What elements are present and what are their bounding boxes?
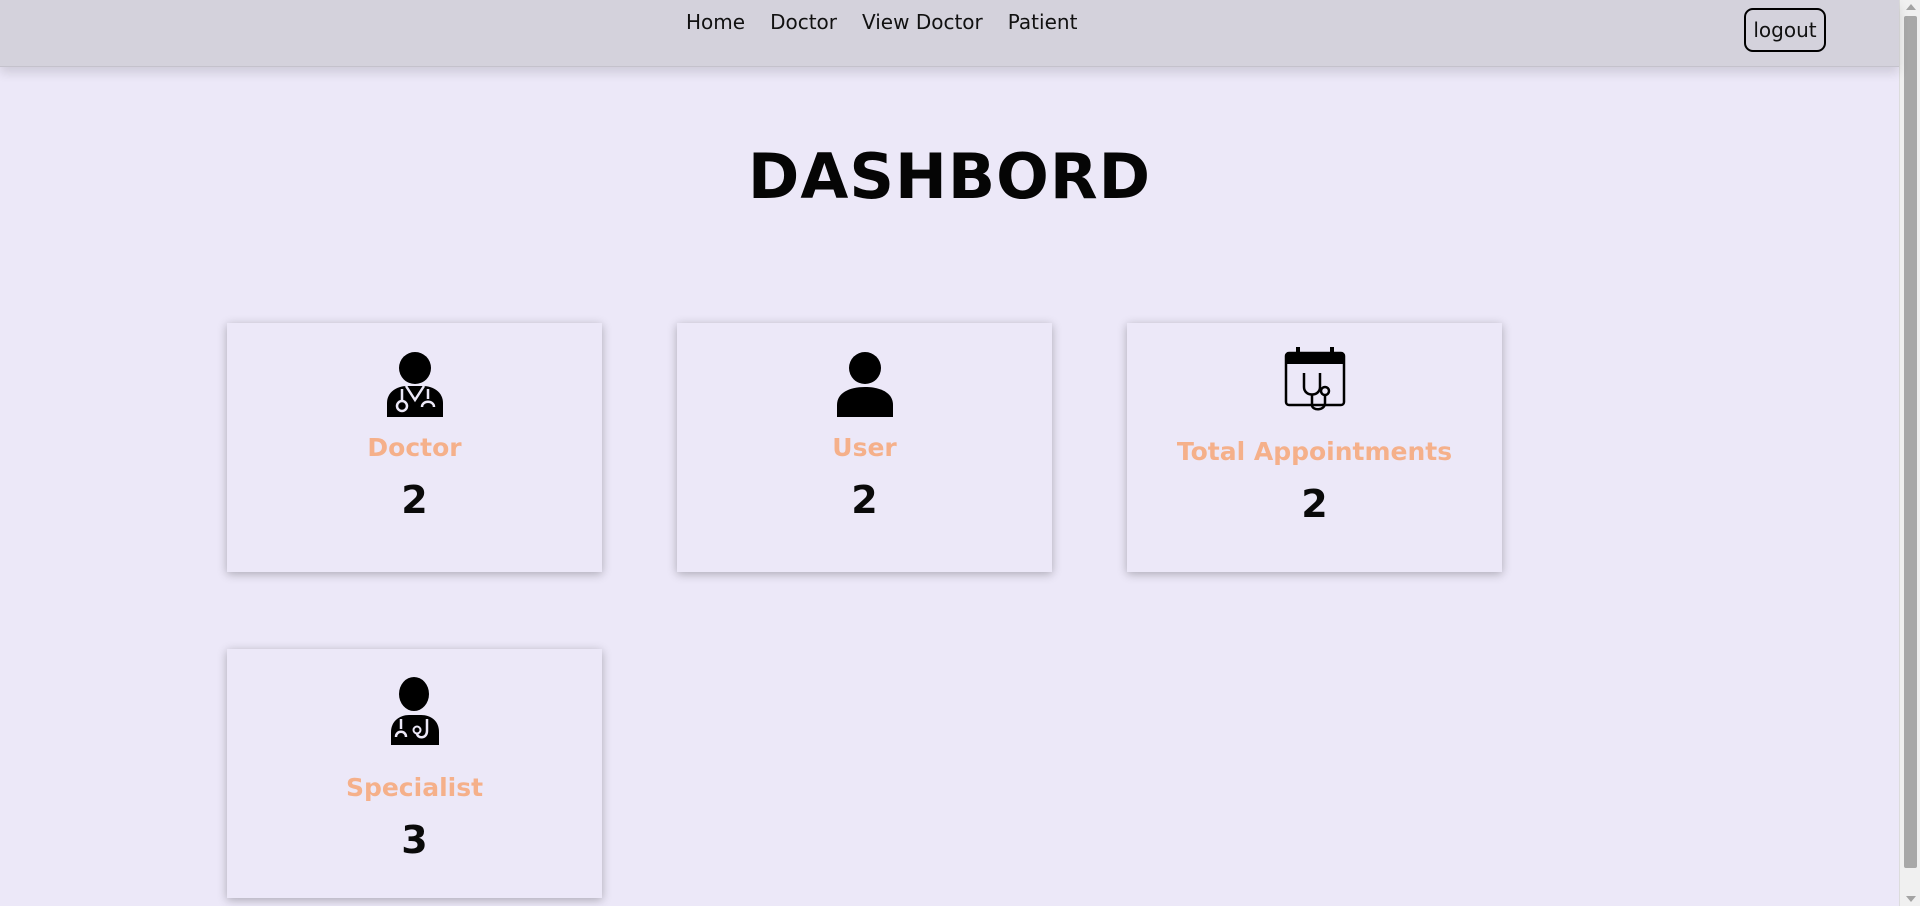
- scroll-up-arrow-icon[interactable]: [1906, 4, 1916, 10]
- card-value: 2: [401, 478, 428, 522]
- card-value: 2: [1301, 482, 1328, 526]
- dashboard-page: Home Doctor View Doctor Patient logout D…: [0, 0, 1920, 906]
- nav-link-patient[interactable]: Patient: [1008, 10, 1078, 34]
- doctor-count-card[interactable]: Doctor 2: [227, 323, 602, 572]
- card-value: 2: [851, 478, 878, 522]
- scroll-down-arrow-icon[interactable]: [1906, 896, 1916, 902]
- scroll-thumb[interactable]: [1904, 16, 1917, 868]
- nav-link-view-doctor[interactable]: View Doctor: [862, 10, 983, 34]
- page-title: DASHBORD: [747, 140, 1152, 213]
- doctor-icon: [227, 351, 602, 417]
- specialist-count-card[interactable]: Specialist 3: [227, 649, 602, 898]
- nav-link-doctor[interactable]: Doctor: [770, 10, 837, 34]
- top-navbar: Home Doctor View Doctor Patient logout: [0, 0, 1899, 67]
- nav-links: Home Doctor View Doctor Patient: [686, 10, 1077, 34]
- logout-button[interactable]: logout: [1744, 8, 1826, 52]
- card-label: Total Appointments: [1176, 437, 1453, 466]
- appointments-count-card[interactable]: Total Appointments 2: [1127, 323, 1502, 572]
- user-icon: [677, 351, 1052, 417]
- specialist-icon: [227, 677, 602, 745]
- calendar-stethoscope-icon: [1127, 347, 1502, 413]
- card-label: Doctor: [367, 433, 462, 462]
- nav-link-home[interactable]: Home: [686, 10, 745, 34]
- user-count-card[interactable]: User 2: [677, 323, 1052, 572]
- card-label: Specialist: [345, 773, 484, 802]
- card-label: User: [832, 433, 897, 462]
- card-value: 3: [401, 818, 428, 862]
- vertical-scrollbar[interactable]: [1899, 0, 1920, 906]
